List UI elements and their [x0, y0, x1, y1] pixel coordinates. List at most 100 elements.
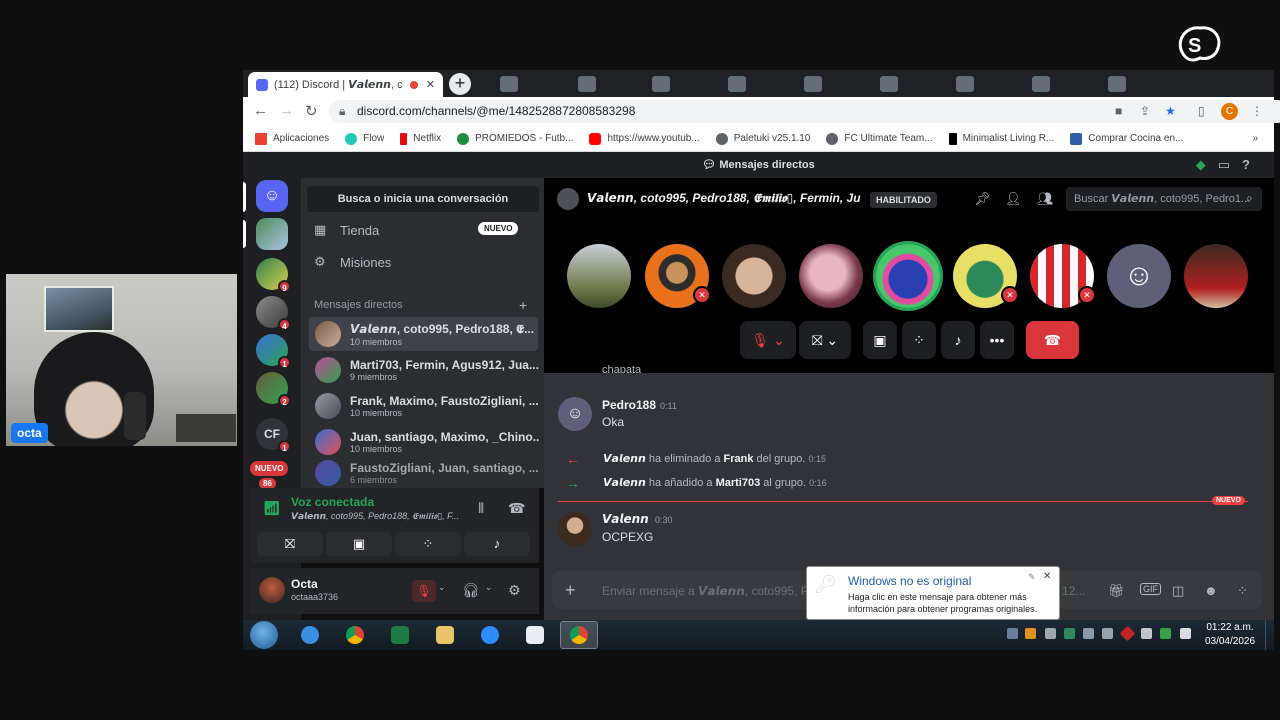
dm-item[interactable]: 𝙑𝙖𝙡𝙚𝙣𝙣, coto995, Pedro188, 𝕰... 10 miembr…	[309, 317, 538, 351]
headphones-icon[interactable]: 🎧︎	[462, 582, 480, 599]
participant-avatar[interactable]: ✕	[645, 244, 711, 308]
direct-messages-button[interactable]: ☺	[256, 180, 288, 212]
tray-icon[interactable]	[1160, 628, 1171, 639]
attach-plus-icon[interactable]: +	[565, 580, 576, 601]
start-button[interactable]	[250, 621, 278, 649]
notification-body[interactable]: Haga clic en este mensaje para obtener m…	[848, 591, 1058, 615]
close-icon[interactable]: ✕	[1043, 571, 1051, 582]
gif-icon[interactable]: GIF	[1140, 583, 1161, 595]
dm-item[interactable]: FaustoZigliani, Juan, santiago, ... 6 mie…	[309, 459, 538, 487]
bookmark-promiedos[interactable]: PROMIEDOS - Futb...	[457, 132, 573, 145]
share-icon[interactable]: ⇪	[1140, 104, 1150, 118]
participant-avatar[interactable]	[1184, 244, 1248, 308]
bookmark-fc[interactable]: FC Ultimate Team...	[826, 132, 933, 145]
chevron-down-icon[interactable]: ⌄	[438, 582, 446, 593]
browser-tab-active[interactable]: (112) Discord | 𝙑𝙖𝙡𝙚𝙣𝙣, coto ✕	[248, 72, 443, 97]
more-bookmarks[interactable]: »	[1252, 133, 1258, 144]
user-avatar[interactable]	[259, 577, 285, 603]
other-tab[interactable]	[804, 76, 822, 92]
user-name[interactable]: Octa	[291, 577, 318, 591]
pin-notification-icon[interactable]: ✎	[1028, 572, 1036, 583]
camera-off-button[interactable]: ⛝	[257, 532, 323, 556]
explorer-taskbar-icon[interactable]	[431, 622, 459, 648]
nav-misiones[interactable]: ⚙ Misiones	[314, 254, 391, 270]
participant-avatar[interactable]	[567, 244, 631, 308]
ie-taskbar-icon[interactable]	[296, 622, 324, 648]
composer-placeholder[interactable]: Enviar mensaje a 𝙑𝙖𝙡𝙚𝙣𝙣, coto995, P	[602, 584, 809, 598]
tray-icon[interactable]	[1102, 628, 1113, 639]
dm-avatar[interactable]: 2	[256, 372, 291, 407]
dm-avatar[interactable]: 1	[256, 334, 291, 369]
zoom-taskbar-icon[interactable]	[476, 622, 504, 648]
other-tab[interactable]	[728, 76, 746, 92]
settings-gear-icon[interactable]: ⚙	[508, 582, 521, 599]
forward-icon[interactable]: →	[279, 102, 294, 119]
other-tab[interactable]	[500, 76, 518, 92]
show-desktop-button[interactable]	[1265, 620, 1274, 650]
tray-icon[interactable]	[1025, 628, 1036, 639]
dm-item[interactable]: Marti703, Fermin, Agus912, Jua... 9 miemb…	[309, 353, 539, 387]
add-friend-icon[interactable]: 👤︎	[1005, 191, 1022, 207]
nitro-icon[interactable]: ◆	[1196, 157, 1218, 172]
call-mute-button[interactable]: 🎙︎ ⌄	[740, 321, 796, 359]
bookmark-netflix[interactable]: Netflix	[400, 132, 441, 145]
other-tab[interactable]	[578, 76, 596, 92]
menu-kebab-icon[interactable]: ⋮	[1251, 104, 1263, 118]
participant-avatar[interactable]	[876, 244, 940, 308]
other-tab[interactable]	[652, 76, 670, 92]
tray-icon[interactable]	[1064, 628, 1075, 639]
chrome-active-taskbar-icon[interactable]	[560, 621, 598, 649]
url-text[interactable]: discord.com/channels/@me/148252887280858…	[357, 104, 635, 118]
clock-time[interactable]: 01:22 a.m.	[1203, 622, 1257, 633]
message-avatar[interactable]	[558, 512, 592, 546]
other-tab[interactable]	[956, 76, 974, 92]
bookmark-flow[interactable]: Flow	[345, 132, 384, 145]
emoji-icon[interactable]: ☻	[1204, 583, 1218, 598]
bookmark-minimalist[interactable]: Minimalist Living R...	[948, 132, 1054, 145]
activities-button[interactable]: ⁘	[395, 532, 461, 556]
bookmark-youtube[interactable]: https://www.youtub...	[589, 132, 700, 145]
members-icon[interactable]: 👥︎	[1037, 191, 1054, 207]
dm-item[interactable]: Juan, santiago, Maximo, _Chino... 10 miem…	[309, 425, 540, 459]
dm-search-button[interactable]: Busca o inicia una conversación	[307, 186, 539, 212]
bookmark-cocina[interactable]: Comprar Cocina en...	[1070, 132, 1183, 145]
pin-icon[interactable]: 📌︎	[974, 191, 991, 207]
dm-item[interactable]: Frank, Maximo, FaustoZigliani, ... 10 mie…	[309, 389, 539, 423]
voice-status[interactable]: Voz conectada	[291, 495, 374, 509]
inbox-icon[interactable]: ▭	[1218, 157, 1242, 172]
message-author[interactable]: Pedro188	[602, 398, 656, 412]
close-tab-icon[interactable]: ✕	[426, 78, 435, 91]
reload-icon[interactable]: ↻	[305, 102, 318, 120]
dm-avatar[interactable]: 4	[256, 296, 291, 331]
call-activities-button[interactable]: ⁘	[902, 321, 936, 359]
other-tab[interactable]	[880, 76, 898, 92]
apps-icon[interactable]: ⁘	[1237, 583, 1248, 599]
excel-taskbar-icon[interactable]	[386, 622, 414, 648]
lock-icon[interactable]: 🔒︎	[339, 104, 345, 119]
app-taskbar-icon[interactable]	[521, 622, 549, 648]
tray-icon[interactable]	[1083, 628, 1094, 639]
sticker-icon[interactable]: ◫	[1172, 583, 1184, 599]
participant-avatar[interactable]: ✕	[1030, 244, 1096, 308]
other-tab[interactable]	[1032, 76, 1050, 92]
voice-channel-name[interactable]: 𝙑𝙖𝙡𝙚𝙣𝙣, coto995, Pedro188, 𝕰𝖒𝖎𝖑𝖎𝖔▯, F...	[291, 511, 459, 522]
call-soundboard-button[interactable]: ♪	[941, 321, 975, 359]
user-tag[interactable]: octaaa3736	[291, 592, 338, 602]
chevron-down-icon[interactable]: ⌄	[485, 582, 493, 593]
message-avatar[interactable]: ☺	[558, 397, 592, 431]
server-icon[interactable]	[256, 218, 288, 250]
tray-icon[interactable]	[1007, 628, 1018, 639]
call-camera-button[interactable]: ⛝ ⌄	[799, 321, 851, 359]
new-tab-button[interactable]: +	[449, 73, 471, 95]
chrome-taskbar-icon[interactable]	[341, 622, 369, 648]
back-icon[interactable]: ←	[253, 102, 268, 119]
other-tab[interactable]	[1108, 76, 1126, 92]
help-icon[interactable]: ?	[1242, 157, 1262, 172]
call-more-button[interactable]: •••	[980, 321, 1014, 359]
participant-avatar[interactable]	[799, 244, 863, 308]
tray-icon[interactable]	[1045, 628, 1056, 639]
bookmark-apps[interactable]: Aplicaciones	[255, 132, 329, 145]
message-author[interactable]: 𝙑𝙖𝙡𝙚𝙣𝙣	[602, 512, 649, 526]
signal-icon[interactable]: 📶︎	[263, 500, 281, 517]
screen-share-button[interactable]: ▣	[326, 532, 392, 556]
